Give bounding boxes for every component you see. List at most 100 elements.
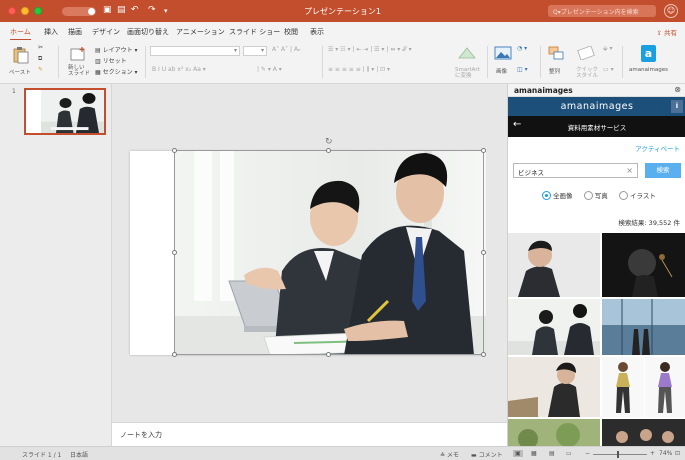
textbox-icon[interactable]: ◫ ▾ [517,66,528,73]
share-button[interactable]: ⇪ 共有 [656,27,677,37]
tab-view[interactable]: 表示 [310,27,324,37]
section-label: セクション ▾ [102,69,138,76]
tab-home[interactable]: ホーム [10,27,31,41]
quick-styles-button[interactable]: クイック スタイル [572,46,602,80]
zoom-slider-thumb[interactable] [617,451,619,458]
tab-slideshow[interactable]: スライド ショー [229,27,280,37]
amanaimages-addin-icon[interactable]: a [641,45,656,62]
normal-view-icon[interactable]: ▣ [513,450,523,457]
resize-handle[interactable] [481,352,486,357]
thumbnail-photo [26,90,104,133]
paste-button[interactable]: ペースト [9,46,31,76]
section-button[interactable]: ▦ セクション ▾ [95,67,138,76]
tab-draw[interactable]: 描画 [68,27,82,37]
zoom-out-icon[interactable]: − [585,450,590,457]
radio-all-images[interactable] [542,190,551,200]
list-buttons[interactable]: ☰ ▾ ☷ ▾ | ⇤ ⇥ | ☰ ▾ | ⇹ ▾ 𝒯 ▾ [328,46,412,54]
paste-icon [13,47,29,64]
language-indicator[interactable]: 日本語 [70,450,88,459]
radio-label-all-images: 全画像 [553,192,573,200]
resize-handle[interactable] [326,148,331,153]
arrange-button[interactable]: 整列 [546,46,566,80]
cut-icon[interactable]: ✂ [38,44,43,51]
result-thumbnail[interactable] [602,357,644,417]
result-thumbnail[interactable] [602,233,685,297]
font-format-buttons[interactable]: B I U ab x² x₂ Aa ▾ [152,66,206,73]
resize-handle[interactable] [172,148,177,153]
image-type-filter: 全画像 写真 イラスト [542,190,665,200]
result-thumbnail[interactable] [602,419,685,446]
fit-slide-icon[interactable]: ⊡ [675,450,680,457]
status-bar: スライド 1 / 1 日本語 ≙ メモ ▬ コメント ▣ ▦ ▤ ▭ − + 7… [0,446,685,460]
clear-search-icon[interactable]: × [626,166,633,175]
smartart-label: SmartArt に変換 [455,67,480,79]
info-icon[interactable]: i [671,100,683,113]
result-thumbnail[interactable] [645,357,685,417]
thumbnail-image [508,357,600,417]
resize-handle[interactable] [481,148,486,153]
layout-button[interactable]: ▤ レイアウト ▾ [95,45,138,54]
reading-view-icon[interactable]: ▤ [549,450,555,457]
brand-bar: amanaimages i [508,97,685,116]
paste-label: ペースト [9,70,31,76]
tab-review[interactable]: 校閲 [284,27,298,37]
copy-icon[interactable]: ⧉ [38,55,42,63]
reset-button[interactable]: ▥ リセット [95,56,127,65]
rotate-handle-icon[interactable]: ↻ [325,137,333,147]
font-size-select[interactable]: ▾ [243,46,267,56]
resize-handle[interactable] [481,250,486,255]
resize-handle[interactable] [172,352,177,357]
result-thumbnail[interactable] [508,419,600,446]
text-color-icons[interactable]: | ✎ ▾ A ▾ [257,66,282,73]
result-thumbnail[interactable] [602,299,685,355]
close-pane-icon[interactable]: ⊗ [674,85,681,94]
result-thumbnail[interactable] [508,299,600,355]
picture-button[interactable]: 画像 [493,46,513,80]
shape-outline-icon[interactable]: ▭ ▾ [603,66,614,73]
font-name-select[interactable]: ▾ [150,46,240,56]
business-photo[interactable] [174,151,486,355]
comments-toggle-button[interactable]: ▬ コメント [471,450,503,459]
amanaimages-pane: amanaimages ⊗ amanaimages i ← 資料用素材サービス … [507,84,685,446]
zoom-level[interactable]: 74% [659,450,672,457]
layout-label: レイアウト ▾ [102,47,138,54]
new-slide-label: 新しい スライド [68,65,91,77]
tab-insert[interactable]: 挿入 [44,27,58,37]
tab-design[interactable]: デザイン [92,27,120,37]
document-search-input[interactable]: Q▾プレゼンテーション内を検索 [548,5,656,17]
ribbon-divider [145,46,146,78]
slide-sorter-view-icon[interactable]: ▦ [531,450,537,457]
resize-handle[interactable] [326,352,331,357]
ribbon-divider [58,46,59,78]
notes-pane[interactable]: ノートを入力 [112,422,507,446]
tab-animations[interactable]: アニメーション [176,27,225,37]
radio-illustrations[interactable] [618,190,628,200]
resize-handle[interactable] [172,250,177,255]
align-buttons[interactable]: ≡ ≡ ≡ ≡ ≡ | ⫼ ▾ | ⊡ ▾ [328,66,390,74]
user-icon[interactable]: ☺ [664,4,678,18]
activate-link[interactable]: アクティベート [635,143,680,153]
ribbon-divider [322,46,323,78]
radio-label-illustrations: イラスト [629,192,656,200]
format-painter-icon[interactable]: ✎ [38,66,43,73]
thumbnail-image [645,357,685,417]
ribbon-divider [540,46,541,78]
slideshow-view-icon[interactable]: ▭ [566,450,572,457]
search-button[interactable]: 検索 [645,163,681,178]
amanaimages-addin-label[interactable]: amanaimages [629,67,668,73]
slide-thumbnail[interactable] [24,88,106,135]
result-thumbnail[interactable] [508,357,600,417]
result-count: 検索結果: 39,552 件 [618,219,680,227]
result-thumbnail[interactable] [508,233,600,297]
shape-fill-icon[interactable]: ⬙ ▾ [603,45,613,52]
image-search-input[interactable]: ビジネス × [513,163,638,178]
radio-photos[interactable] [583,190,593,200]
smartart-button[interactable]: SmartArt に変換 [452,46,482,80]
zoom-in-icon[interactable]: + [650,450,655,457]
new-slide-button[interactable]: 新しい スライド [67,46,93,80]
shapes-icon[interactable]: ◔ ▾ [517,45,527,52]
font-size-adjust-icons[interactable]: A˄ A˅ | Aₑ [272,46,301,53]
notes-toggle-button[interactable]: ≙ メモ [440,450,459,459]
zoom-slider[interactable] [593,454,647,455]
tab-transitions[interactable]: 画面切り替え [127,27,169,37]
